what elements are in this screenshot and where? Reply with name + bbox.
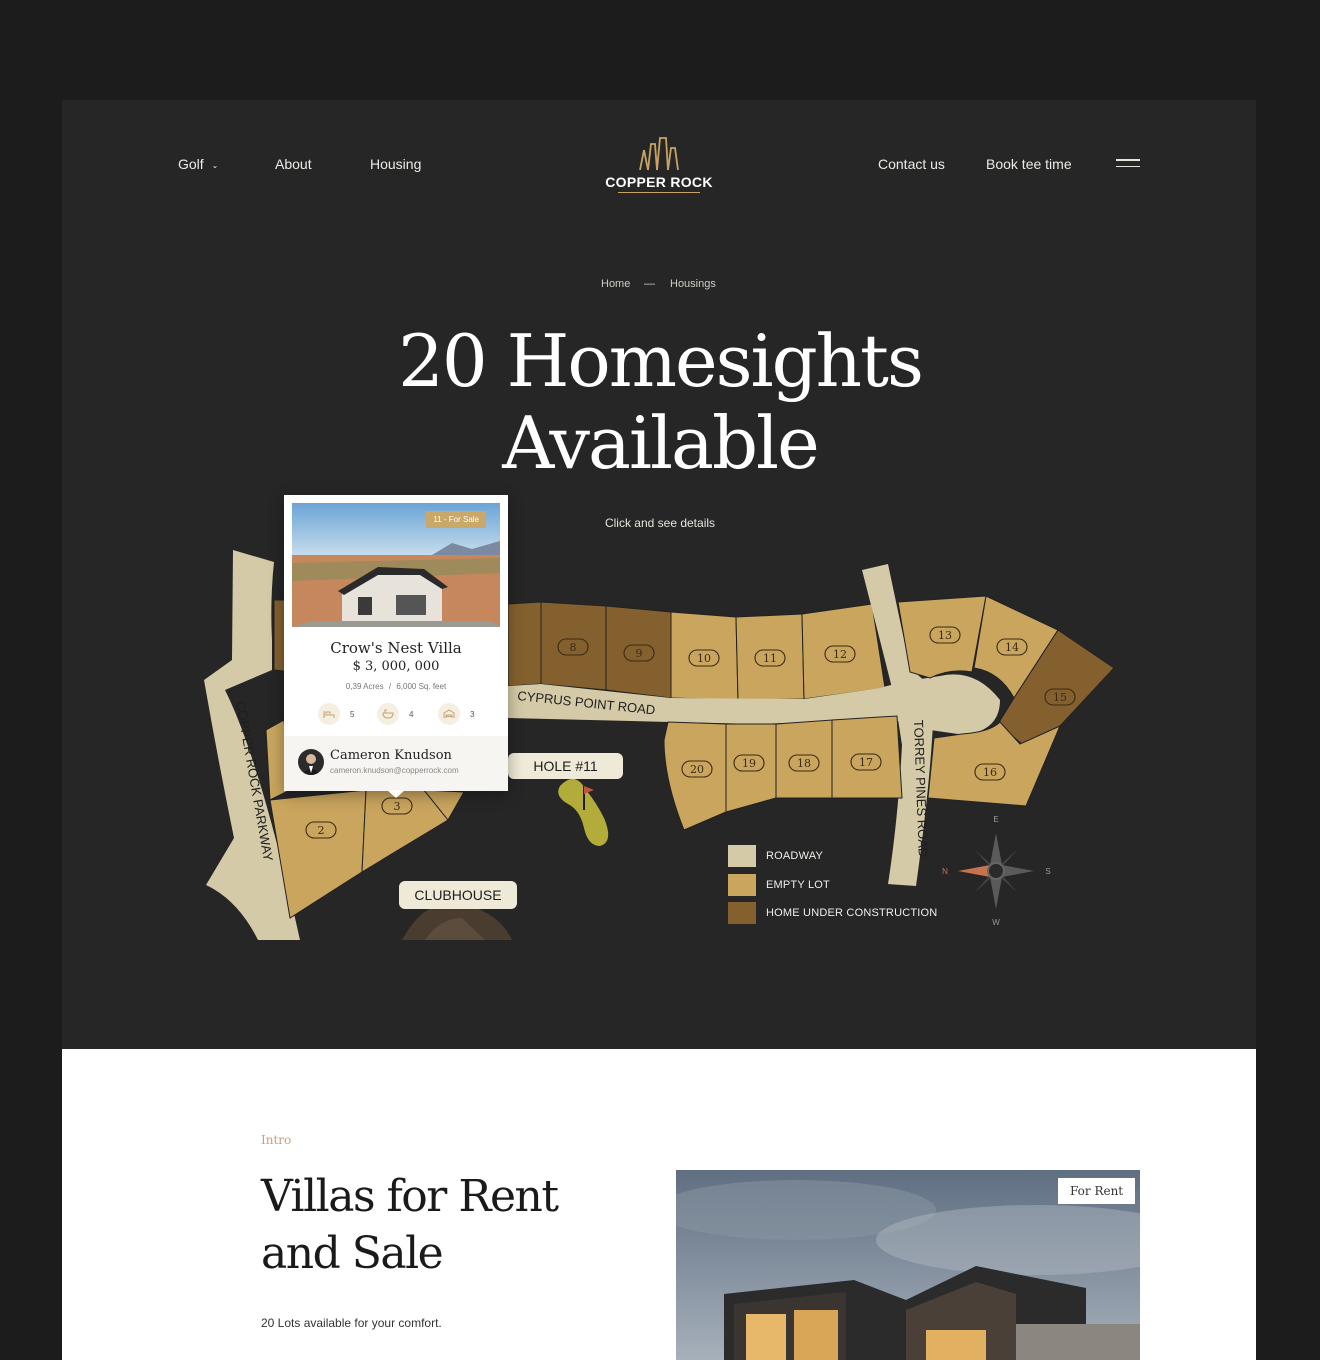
legend-empty-lot: EMPTY LOT — [728, 874, 830, 896]
feature-beds-count: 5 — [350, 709, 355, 719]
lot-number: 9 — [636, 647, 643, 660]
lot-number: 13 — [938, 629, 952, 642]
lot-number: 8 — [570, 641, 577, 654]
feature-baths: 4 — [377, 703, 413, 725]
lot-number: 3 — [394, 800, 401, 813]
legend-label: HOME UNDER CONSTRUCTION — [766, 907, 938, 919]
lot-number: 18 — [797, 757, 811, 770]
avatar — [298, 749, 324, 775]
lot-number: 17 — [859, 756, 873, 769]
property-price: $ 3, 000, 000 — [352, 659, 440, 674]
intro-label: Intro — [261, 1133, 292, 1147]
property-size-separator: / — [388, 682, 392, 691]
intro-title: Villas for Rent and Sale — [261, 1168, 559, 1282]
agent-contact[interactable]: Cameron Knudson cameron.knudson@copperro… — [284, 736, 508, 791]
lot-20[interactable] — [663, 721, 727, 831]
feature-baths-count: 4 — [409, 709, 414, 719]
for-rent-badge: For Rent — [1058, 1178, 1136, 1204]
lot-number: 11 — [763, 652, 777, 665]
legend-swatch — [728, 845, 756, 867]
compass-e: E — [993, 815, 998, 824]
lot-number: 14 — [1005, 641, 1019, 654]
bed-icon — [318, 703, 340, 725]
lot-number: 15 — [1053, 691, 1067, 704]
legend-roadway: ROADWAY — [728, 845, 823, 867]
lot-number: 19 — [742, 757, 756, 770]
lot-number: 10 — [697, 652, 711, 665]
legend-swatch — [728, 902, 756, 924]
compass-w: W — [992, 918, 1000, 927]
feature-beds: 5 — [318, 703, 354, 725]
lots-available-text: 20 Lots available for your comfort. — [261, 1316, 442, 1330]
compass-icon — [958, 833, 1034, 909]
hole-11-label[interactable]: HOLE #11 — [508, 753, 623, 779]
property-card[interactable]: 11 - For Sale Crow's Nest Villa $ 3, 000… — [284, 495, 508, 791]
intro-title-line1: Villas for Rent — [261, 1171, 559, 1222]
site-map: 2 3 8 9 10 11 12 13 14 15 16 17 18 19 20… — [204, 550, 1115, 940]
legend-label: EMPTY LOT — [766, 879, 830, 891]
bath-icon — [377, 703, 399, 725]
lot-number: 20 — [690, 763, 704, 776]
feature-garage: 3 — [438, 703, 474, 725]
lot-number: 2 — [318, 824, 325, 837]
lot-number: 12 — [833, 648, 847, 661]
lot-status-badge: 11 - For Sale — [426, 511, 486, 528]
compass-n: N — [942, 867, 948, 876]
garage-icon — [438, 703, 460, 725]
property-acres: 0,39 Acres — [345, 682, 384, 691]
agent-email[interactable]: cameron.knudson@copperrock.com — [330, 766, 459, 775]
clubhouse-label[interactable]: CLUBHOUSE — [399, 881, 517, 909]
compass-s: S — [1045, 867, 1050, 876]
property-sqft: 6,000 Sq. feet — [396, 682, 447, 691]
property-photo: 11 - For Sale — [292, 503, 500, 627]
property-size: 0,39 Acres / 6,000 Sq. feet — [284, 682, 508, 691]
lot-number: 16 — [983, 766, 997, 779]
feature-garage-count: 3 — [470, 709, 475, 719]
legend-label: ROADWAY — [766, 850, 824, 862]
intro-title-line2: and Sale — [261, 1228, 444, 1279]
legend-swatch — [728, 874, 756, 896]
property-name: Crow's Nest Villa — [330, 639, 462, 657]
lot-7[interactable] — [507, 601, 542, 687]
agent-name: Cameron Knudson — [330, 748, 452, 763]
legend-under-construction: HOME UNDER CONSTRUCTION — [728, 902, 937, 924]
card-pointer — [387, 790, 405, 798]
